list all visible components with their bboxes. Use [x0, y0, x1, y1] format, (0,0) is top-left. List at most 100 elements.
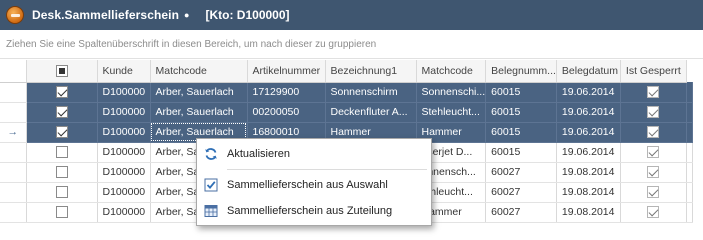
cell-ist-gesperrt	[620, 162, 687, 183]
locked-checkbox	[647, 186, 660, 199]
row-select-checkbox[interactable]	[55, 166, 68, 179]
cell-artikelnummer[interactable]: 17129900	[247, 82, 326, 103]
table-grid-icon	[203, 203, 219, 219]
cell-ist-gesperrt	[620, 142, 687, 163]
table-row[interactable]: D100000 Arber, Sauerlach 17129900 Sonnensch…	[0, 82, 693, 103]
row-select-checkbox[interactable]	[55, 146, 68, 159]
cell-bezeichnung1[interactable]: Deckenfluter A...	[325, 102, 417, 123]
row-select-cell[interactable]	[26, 142, 98, 163]
account-label: [Kto: D100000]	[205, 8, 290, 22]
cell-kunde[interactable]: D100000	[97, 162, 151, 183]
cell-belegnummer[interactable]: 60015	[485, 142, 557, 163]
row-select-cell[interactable]	[26, 162, 98, 183]
menu-item-label: Sammellieferschein aus Zuteilung	[227, 205, 393, 217]
row-indicator	[0, 142, 27, 163]
row-select-checkbox[interactable]	[55, 206, 68, 219]
refresh-icon	[203, 146, 219, 162]
cell-ist-gesperrt	[620, 102, 687, 123]
menu-item-aus-auswahl[interactable]: Sammellieferschein aus Auswahl	[197, 172, 431, 198]
locked-checkbox	[647, 206, 660, 219]
cell-bezeichnung1[interactable]: Sonnenschirm	[325, 82, 417, 103]
locked-checkbox	[647, 166, 660, 179]
column-header-belegdatum[interactable]: Belegdatum	[556, 60, 621, 83]
row-select-checkbox[interactable]	[55, 126, 68, 139]
cell-ist-gesperrt	[620, 82, 687, 103]
column-header-belegnummer[interactable]: Belegnumm...	[485, 60, 557, 83]
cell-matchcode[interactable]: Arber, Sauerlach	[150, 82, 248, 103]
locked-checkbox	[647, 106, 660, 119]
cell-belegdatum[interactable]: 19.06.2014	[556, 82, 621, 103]
menu-item-aktualisieren[interactable]: Aktualisieren	[197, 141, 431, 167]
cell-ist-gesperrt	[620, 182, 687, 203]
cell-matchcode2[interactable]: Stehleucht...	[416, 102, 487, 123]
cell-belegnummer[interactable]: 60015	[485, 122, 557, 143]
row-select-cell[interactable]	[26, 202, 98, 223]
cell-belegnummer[interactable]: 60015	[485, 82, 557, 103]
cell-artikelnummer[interactable]: 00200050	[247, 102, 326, 123]
column-header-bezeichnung1[interactable]: Bezeichnung1	[325, 60, 417, 83]
cell-kunde[interactable]: D100000	[97, 82, 151, 103]
row-select-cell[interactable]	[26, 102, 98, 123]
cell-belegdatum[interactable]: 19.08.2014	[556, 202, 621, 223]
cell-belegdatum[interactable]: 19.06.2014	[556, 122, 621, 143]
window-title: Desk.Sammellieferschein	[32, 8, 180, 22]
cell-kunde[interactable]: D100000	[97, 142, 151, 163]
cell-matchcode2[interactable]: Sonnenschi...	[416, 82, 487, 103]
row-select-checkbox[interactable]	[55, 106, 68, 119]
cell-belegnummer[interactable]: 60015	[485, 102, 557, 123]
cell-belegnummer[interactable]: 60027	[485, 202, 557, 223]
cell-kunde[interactable]: D100000	[97, 102, 151, 123]
column-header-ist-gesperrt[interactable]: Ist Gesperrt	[620, 60, 687, 83]
column-header-select-all[interactable]	[26, 60, 98, 83]
window-titlebar: Desk.Sammellieferschein ● [Kto: D100000]	[0, 0, 703, 30]
filler-cell	[686, 182, 693, 203]
row-select-checkbox[interactable]	[55, 86, 68, 99]
row-select-checkbox[interactable]	[55, 186, 68, 199]
app-logo-icon	[6, 6, 24, 24]
cell-belegdatum[interactable]: 19.06.2014	[556, 142, 621, 163]
row-indicator	[0, 182, 27, 203]
row-indicator: →	[0, 122, 27, 143]
checkbox-checked-icon	[203, 177, 219, 193]
column-header-matchcode2[interactable]: Matchcode	[416, 60, 487, 83]
cell-kunde[interactable]: D100000	[97, 182, 151, 203]
filler-cell	[686, 82, 693, 103]
column-header-kunde[interactable]: Kunde	[97, 60, 151, 83]
cell-ist-gesperrt	[620, 202, 687, 223]
row-indicator	[0, 162, 27, 183]
menu-item-label: Sammellieferschein aus Auswahl	[227, 179, 388, 191]
filler-cell	[686, 162, 693, 183]
context-menu: Aktualisieren Sammellieferschein aus Aus…	[196, 138, 432, 226]
cell-ist-gesperrt	[620, 122, 687, 143]
filler-cell	[686, 102, 693, 123]
filler-cell	[686, 202, 693, 223]
cell-belegnummer[interactable]: 60027	[485, 182, 557, 203]
locked-checkbox	[647, 126, 660, 139]
row-select-cell[interactable]	[26, 182, 98, 203]
filler-cell	[686, 122, 693, 143]
table-row[interactable]: D100000 Arber, Sauerlach 00200050 Deckenflu…	[0, 102, 693, 123]
menu-item-aus-zuteilung[interactable]: Sammellieferschein aus Zuteilung	[197, 198, 431, 224]
row-indicator	[0, 82, 27, 103]
cell-matchcode[interactable]: Arber, Sauerlach	[150, 102, 248, 123]
row-select-cell[interactable]	[26, 82, 98, 103]
focused-row-arrow-icon: →	[7, 126, 19, 138]
grid-header-row: Kunde Matchcode Artikelnummer Bezeichnun…	[0, 60, 692, 83]
row-indicator-header	[0, 60, 27, 83]
column-header-matchcode[interactable]: Matchcode	[150, 60, 248, 83]
group-by-panel[interactable]: Ziehen Sie eine Spaltenüberschrift in di…	[0, 30, 703, 59]
row-indicator	[0, 102, 27, 123]
cell-belegnummer[interactable]: 60027	[485, 162, 557, 183]
cell-belegdatum[interactable]: 19.08.2014	[556, 162, 621, 183]
row-indicator	[0, 202, 27, 223]
cell-kunde[interactable]: D100000	[97, 122, 151, 143]
row-select-cell[interactable]	[26, 122, 98, 143]
column-header-artikelnummer[interactable]: Artikelnummer	[247, 60, 326, 83]
group-by-hint: Ziehen Sie eine Spaltenüberschrift in di…	[6, 39, 377, 50]
menu-separator	[227, 169, 427, 170]
cell-belegdatum[interactable]: 19.06.2014	[556, 102, 621, 123]
cell-kunde[interactable]: D100000	[97, 202, 151, 223]
cell-belegdatum[interactable]: 19.08.2014	[556, 182, 621, 203]
menu-item-label: Aktualisieren	[227, 148, 290, 160]
select-all-checkbox[interactable]	[55, 64, 68, 77]
